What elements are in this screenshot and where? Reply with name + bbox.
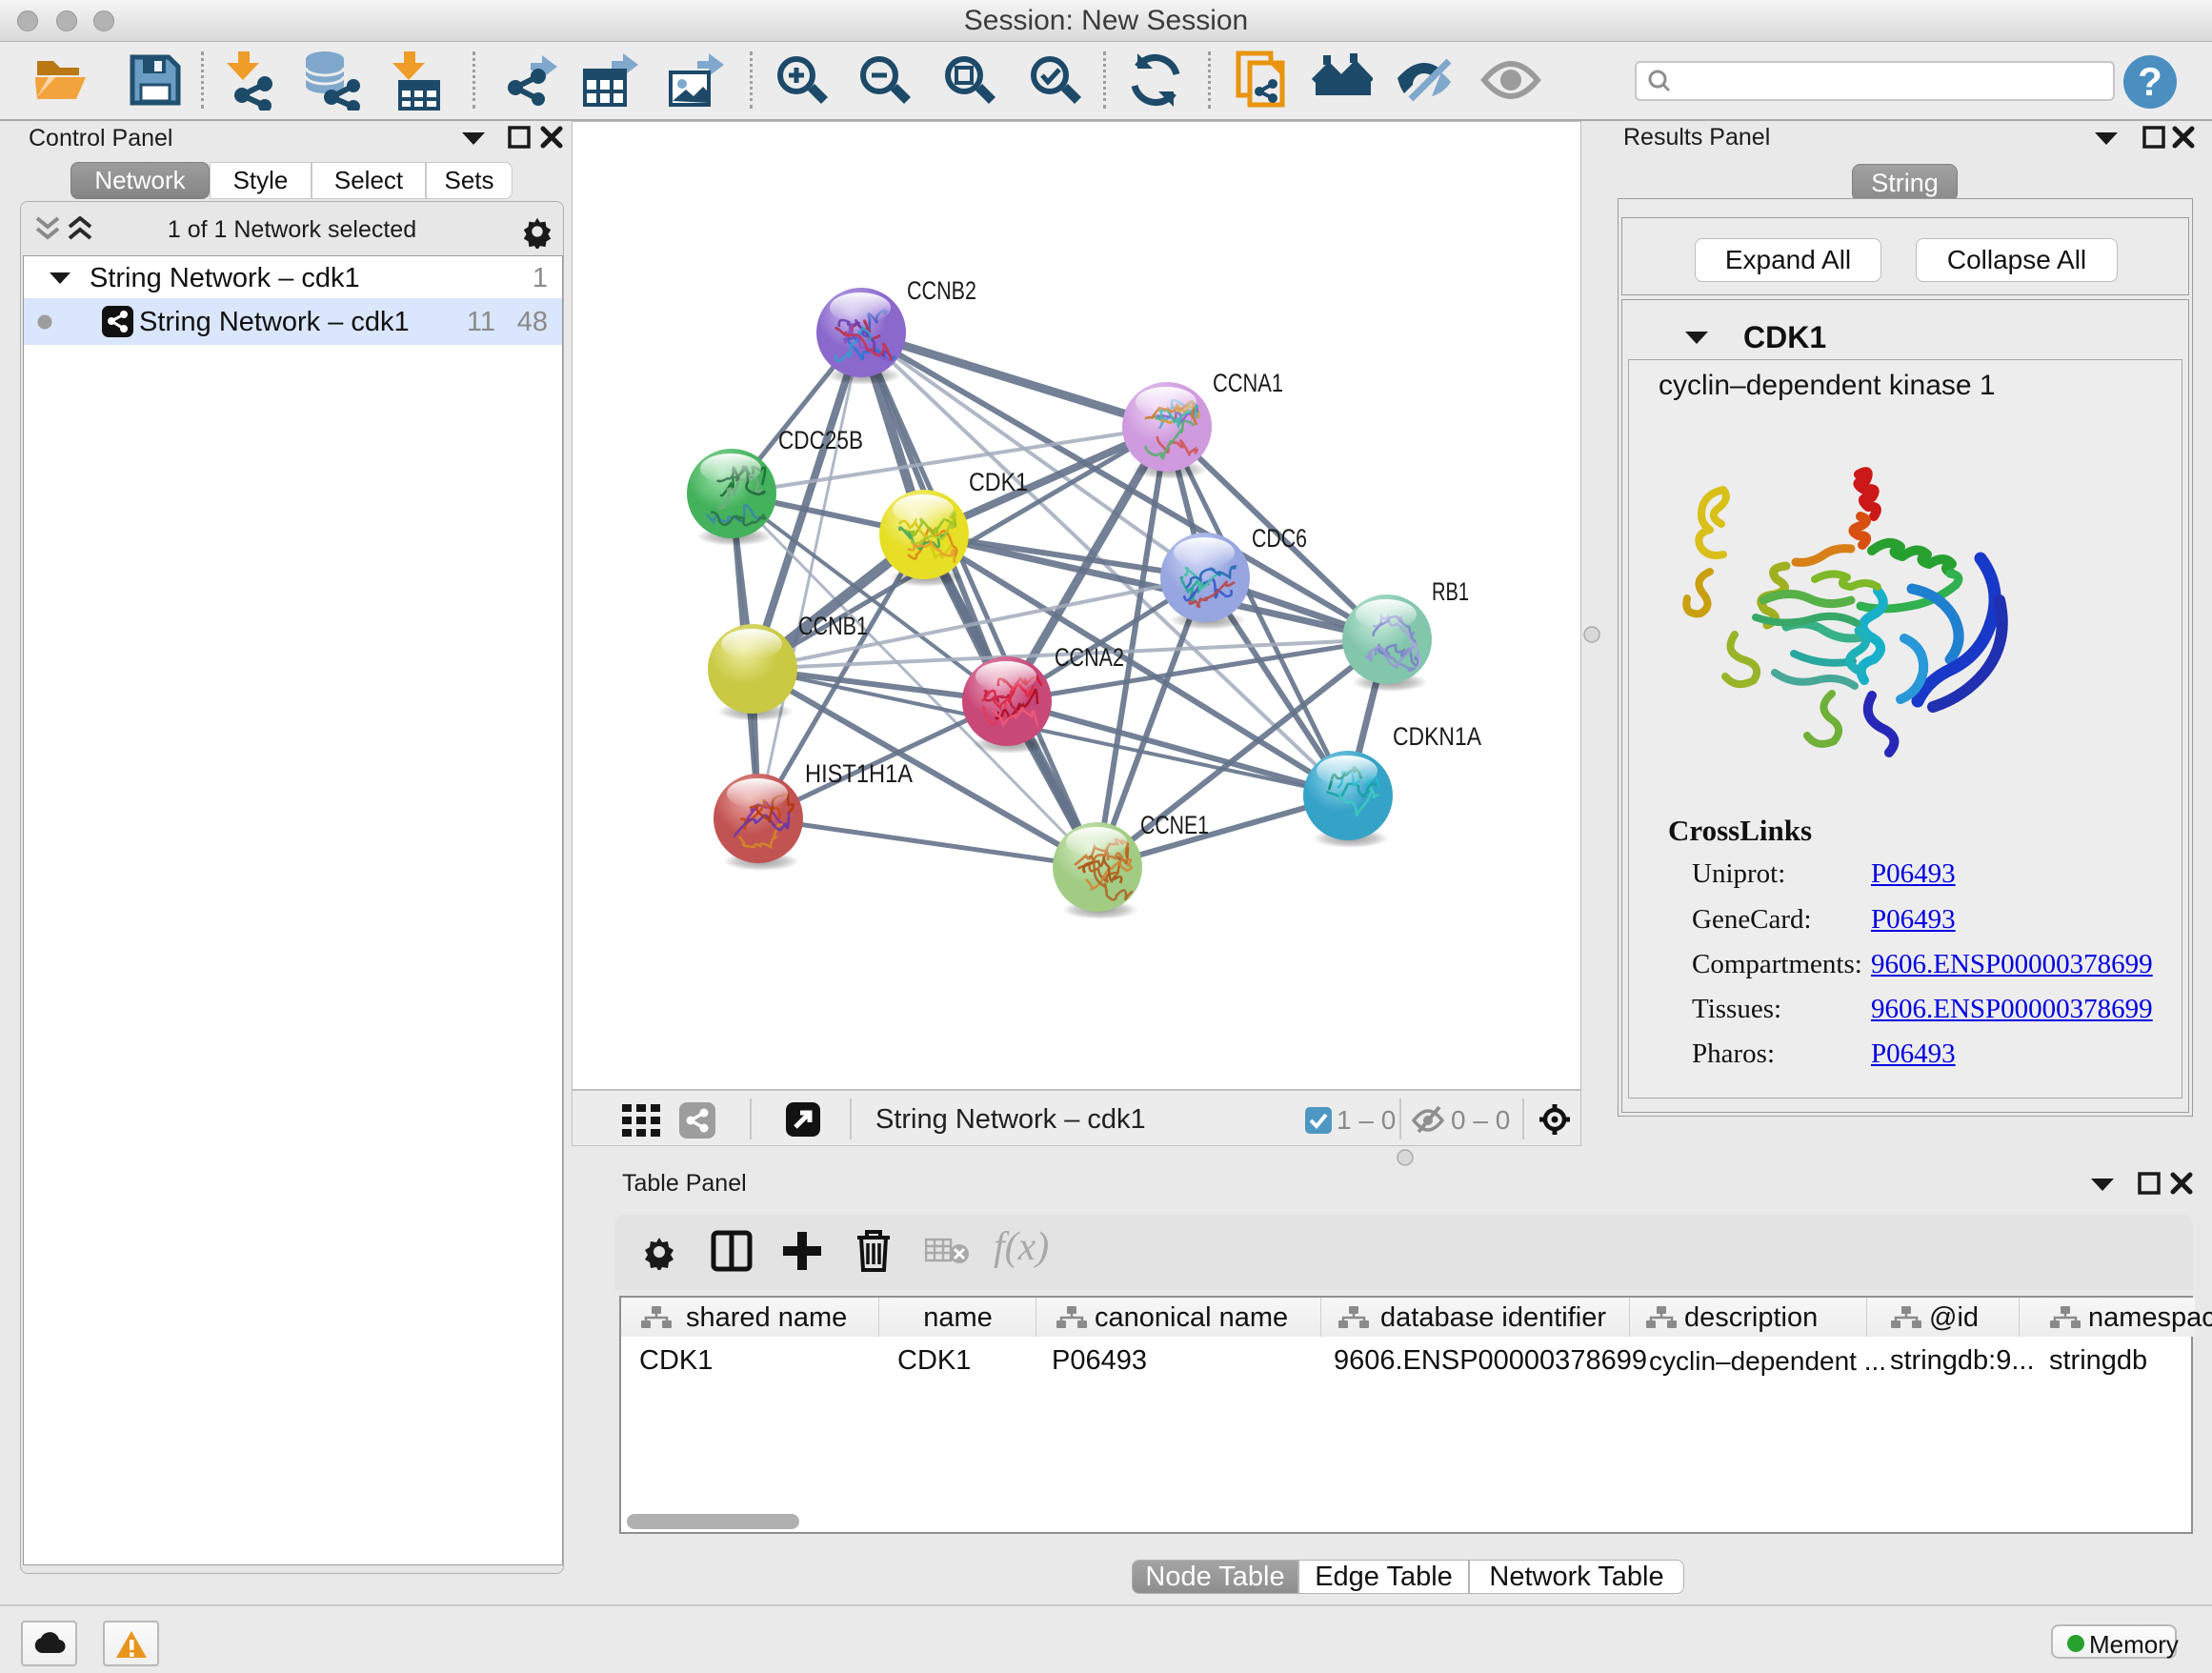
svg-text:HIST1H1A: HIST1H1A	[805, 759, 913, 788]
svg-text:CDC25B: CDC25B	[778, 426, 863, 454]
svg-text:RB1: RB1	[1432, 577, 1469, 606]
svg-text:?: ?	[2138, 59, 2162, 104]
svg-text:CCNB2: CCNB2	[907, 276, 976, 305]
svg-text:CCNB1: CCNB1	[798, 612, 868, 640]
svg-text:CCNE1: CCNE1	[1140, 811, 1209, 839]
svg-text:CDK1: CDK1	[969, 468, 1028, 496]
svg-text:CDKN1A: CDKN1A	[1393, 722, 1481, 751]
svg-text:CCNA2: CCNA2	[1055, 643, 1124, 672]
svg-text:CCNA1: CCNA1	[1213, 369, 1283, 397]
svg-text:CDC6: CDC6	[1252, 524, 1307, 553]
